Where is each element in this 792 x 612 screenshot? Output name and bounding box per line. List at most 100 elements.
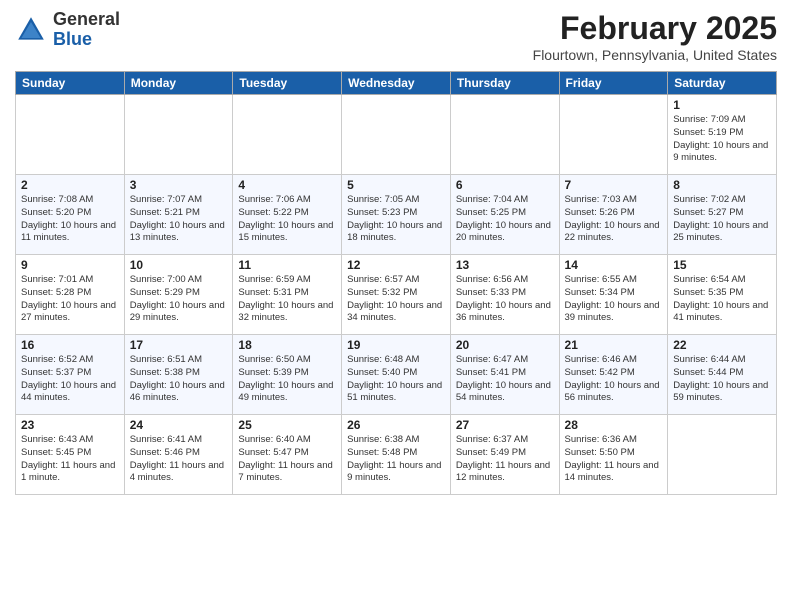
calendar-day-cell: 17Sunrise: 6:51 AM Sunset: 5:38 PM Dayli… [124, 335, 233, 415]
day-info: Sunrise: 6:37 AM Sunset: 5:49 PM Dayligh… [456, 434, 554, 485]
logo-general: General [53, 9, 120, 29]
day-number: 8 [673, 178, 771, 192]
calendar-day-cell [233, 95, 342, 175]
calendar-day-cell: 24 Sunrise: 6:41 AM Sunset: 5:46 PM Dayli… [124, 415, 233, 495]
day-of-week-header: Thursday [450, 72, 559, 95]
calendar-day-cell: 16 Sunrise: 6:52 AM Sunset: 5:37 PM Dayli… [16, 335, 125, 415]
calendar-day-cell: 21 Sunrise: 6:46 AM Sunset: 5:42 PM Dayli… [559, 335, 668, 415]
calendar-table: SundayMondayTuesdayWednesdayThursdayFrid… [15, 71, 777, 495]
calendar-day-cell: 10 Sunrise: 7:00 AM Sunset: 5:29 PM Dayli… [124, 255, 233, 335]
calendar-day-cell: 13 Sunrise: 6:56 AM Sunset: 5:33 PM Dayli… [450, 255, 559, 335]
day-info: Sunrise: 7:05 AM Sunset: 5:23 PM Dayligh… [347, 194, 445, 245]
day-info: Sunrise: 6:57 AM Sunset: 5:32 PM Dayligh… [347, 274, 445, 325]
day-number: 6 [456, 178, 554, 192]
calendar-week-row: 23 Sunrise: 6:43 AM Sunset: 5:45 PM Dayli… [16, 415, 777, 495]
day-info: Sunrise: 6:59 AM Sunset: 5:31 PM Dayligh… [238, 274, 336, 325]
calendar-week-row: 2 Sunrise: 7:08 AM Sunset: 5:20 PM Daylig… [16, 175, 777, 255]
day-number: 3 [130, 178, 228, 192]
day-number: 18 [238, 338, 336, 352]
day-of-week-header: Saturday [668, 72, 777, 95]
calendar-day-cell: 22Sunrise: 6:44 AM Sunset: 5:44 PM Dayli… [668, 335, 777, 415]
day-number: 27 [456, 418, 554, 432]
day-number: 11 [238, 258, 336, 272]
day-info: Sunrise: 6:43 AM Sunset: 5:45 PM Dayligh… [21, 434, 119, 485]
day-number: 5 [347, 178, 445, 192]
page: General Blue February 2025 Flourtown, Pe… [0, 0, 792, 612]
calendar-day-cell: 9 Sunrise: 7:01 AM Sunset: 5:28 PM Daylig… [16, 255, 125, 335]
day-number: 20 [456, 338, 554, 352]
calendar-day-cell: 4 Sunrise: 7:06 AM Sunset: 5:22 PM Daylig… [233, 175, 342, 255]
title-block: February 2025 Flourtown, Pennsylvania, U… [533, 10, 777, 63]
logo-text: General Blue [53, 10, 120, 50]
day-info: Sunrise: 7:06 AM Sunset: 5:22 PM Dayligh… [238, 194, 336, 245]
day-number: 24 [130, 418, 228, 432]
day-number: 1 [673, 98, 771, 112]
day-info: Sunrise: 6:52 AM Sunset: 5:37 PM Dayligh… [21, 354, 119, 405]
calendar-day-cell [124, 95, 233, 175]
day-info: Sunrise: 7:09 AM Sunset: 5:19 PM Dayligh… [673, 114, 771, 165]
day-number: 4 [238, 178, 336, 192]
day-info: Sunrise: 6:36 AM Sunset: 5:50 PM Dayligh… [565, 434, 663, 485]
calendar-day-cell: 14 Sunrise: 6:55 AM Sunset: 5:34 PM Dayli… [559, 255, 668, 335]
calendar-week-row: 1 Sunrise: 7:09 AM Sunset: 5:19 PM Daylig… [16, 95, 777, 175]
day-info: Sunrise: 6:47 AM Sunset: 5:41 PM Dayligh… [456, 354, 554, 405]
day-number: 2 [21, 178, 119, 192]
calendar-day-cell [559, 95, 668, 175]
calendar-day-cell: 11 Sunrise: 6:59 AM Sunset: 5:31 PM Dayli… [233, 255, 342, 335]
logo-blue: Blue [53, 29, 92, 49]
day-info: Sunrise: 6:46 AM Sunset: 5:42 PM Dayligh… [565, 354, 663, 405]
day-info: Sunrise: 7:01 AM Sunset: 5:28 PM Dayligh… [21, 274, 119, 325]
day-info: Sunrise: 7:00 AM Sunset: 5:29 PM Dayligh… [130, 274, 228, 325]
day-info: Sunrise: 7:04 AM Sunset: 5:25 PM Dayligh… [456, 194, 554, 245]
day-of-week-header: Monday [124, 72, 233, 95]
calendar-day-cell: 27 Sunrise: 6:37 AM Sunset: 5:49 PM Dayli… [450, 415, 559, 495]
day-number: 10 [130, 258, 228, 272]
day-info: Sunrise: 6:38 AM Sunset: 5:48 PM Dayligh… [347, 434, 445, 485]
calendar-day-cell: 23 Sunrise: 6:43 AM Sunset: 5:45 PM Dayli… [16, 415, 125, 495]
day-number: 25 [238, 418, 336, 432]
calendar-day-cell: 2 Sunrise: 7:08 AM Sunset: 5:20 PM Daylig… [16, 175, 125, 255]
generalblue-logo-icon [15, 14, 47, 46]
calendar-day-cell [450, 95, 559, 175]
day-of-week-header: Sunday [16, 72, 125, 95]
day-info: Sunrise: 6:41 AM Sunset: 5:46 PM Dayligh… [130, 434, 228, 485]
calendar-day-cell: 15Sunrise: 6:54 AM Sunset: 5:35 PM Dayli… [668, 255, 777, 335]
day-info: Sunrise: 6:54 AM Sunset: 5:35 PM Dayligh… [673, 274, 771, 325]
day-info: Sunrise: 7:03 AM Sunset: 5:26 PM Dayligh… [565, 194, 663, 245]
day-number: 9 [21, 258, 119, 272]
day-number: 23 [21, 418, 119, 432]
day-of-week-header: Wednesday [342, 72, 451, 95]
day-info: Sunrise: 6:50 AM Sunset: 5:39 PM Dayligh… [238, 354, 336, 405]
location: Flourtown, Pennsylvania, United States [533, 47, 777, 63]
day-info: Sunrise: 7:08 AM Sunset: 5:20 PM Dayligh… [21, 194, 119, 245]
calendar-day-cell [342, 95, 451, 175]
day-number: 14 [565, 258, 663, 272]
day-info: Sunrise: 6:56 AM Sunset: 5:33 PM Dayligh… [456, 274, 554, 325]
day-info: Sunrise: 6:51 AM Sunset: 5:38 PM Dayligh… [130, 354, 228, 405]
day-info: Sunrise: 7:02 AM Sunset: 5:27 PM Dayligh… [673, 194, 771, 245]
day-info: Sunrise: 6:55 AM Sunset: 5:34 PM Dayligh… [565, 274, 663, 325]
calendar-day-cell [668, 415, 777, 495]
calendar-day-cell: 3 Sunrise: 7:07 AM Sunset: 5:21 PM Daylig… [124, 175, 233, 255]
day-number: 22 [673, 338, 771, 352]
day-info: Sunrise: 7:07 AM Sunset: 5:21 PM Dayligh… [130, 194, 228, 245]
logo: General Blue [15, 10, 120, 50]
day-of-week-header: Tuesday [233, 72, 342, 95]
calendar-week-row: 16 Sunrise: 6:52 AM Sunset: 5:37 PM Dayli… [16, 335, 777, 415]
calendar-day-cell: 1 Sunrise: 7:09 AM Sunset: 5:19 PM Daylig… [668, 95, 777, 175]
calendar-day-cell: 19Sunrise: 6:48 AM Sunset: 5:40 PM Dayli… [342, 335, 451, 415]
calendar-day-cell [16, 95, 125, 175]
month-title: February 2025 [533, 10, 777, 47]
day-number: 19 [347, 338, 445, 352]
day-number: 13 [456, 258, 554, 272]
day-number: 21 [565, 338, 663, 352]
day-number: 12 [347, 258, 445, 272]
calendar-day-cell: 5 Sunrise: 7:05 AM Sunset: 5:23 PM Daylig… [342, 175, 451, 255]
calendar-day-cell: 26Sunrise: 6:38 AM Sunset: 5:48 PM Dayli… [342, 415, 451, 495]
calendar-day-cell: 18 Sunrise: 6:50 AM Sunset: 5:39 PM Dayli… [233, 335, 342, 415]
calendar-day-cell: 28Sunrise: 6:36 AM Sunset: 5:50 PM Dayli… [559, 415, 668, 495]
calendar-header-row: SundayMondayTuesdayWednesdayThursdayFrid… [16, 72, 777, 95]
header: General Blue February 2025 Flourtown, Pe… [15, 10, 777, 63]
calendar-day-cell: 25Sunrise: 6:40 AM Sunset: 5:47 PM Dayli… [233, 415, 342, 495]
day-number: 16 [21, 338, 119, 352]
